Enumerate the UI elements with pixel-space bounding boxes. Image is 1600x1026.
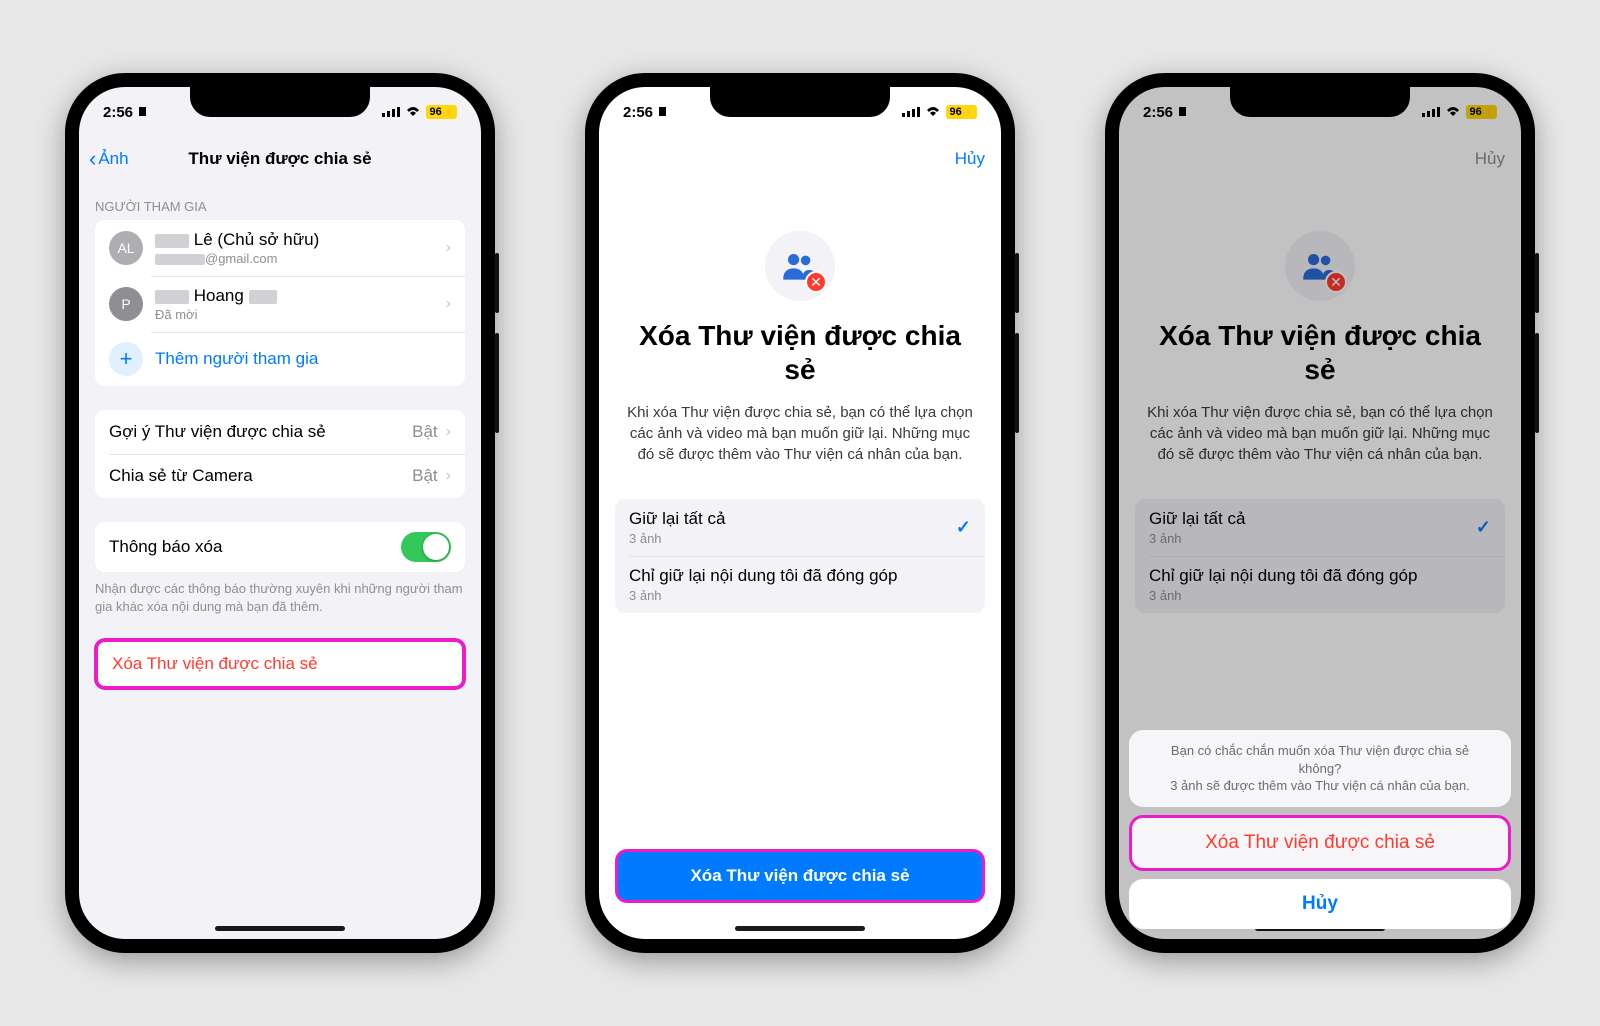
screen-confirm-sheet: 2:56 96⚡ Hủy ✕ Xóa Thư viện được chia sẻ… <box>1119 87 1521 939</box>
camera-share-label: Chia sẻ từ Camera <box>109 466 412 486</box>
plus-icon: + <box>109 342 143 376</box>
home-indicator[interactable] <box>735 926 865 931</box>
hero-title: Xóa Thư viện được chia sẻ <box>623 319 977 386</box>
phone-frame: 2:56 96⚡ Hủy ✕ Xóa Thư viện được chia sẻ… <box>585 73 1015 953</box>
option-title: Chỉ giữ lại nội dung tôi đã đóng góp <box>629 566 971 586</box>
suggestions-label: Gợi ý Thư viện được chia sẻ <box>109 422 412 442</box>
option-sub: 3 ảnh <box>629 588 971 603</box>
chevron-left-icon: ‹ <box>89 146 96 172</box>
add-participant-label: Thêm người tham gia <box>155 349 318 369</box>
avatar: AL <box>109 231 143 265</box>
hero: ✕ Xóa Thư viện được chia sẻ Khi xóa Thư … <box>599 181 1001 475</box>
camera-share-row[interactable]: Chia sẻ từ Camera Bật › <box>95 454 465 498</box>
page-title: Thư viện được chia sẻ <box>188 149 371 169</box>
chevron-right-icon: › <box>446 295 451 313</box>
chevron-right-icon: › <box>446 239 451 257</box>
toggle-on[interactable] <box>401 532 451 562</box>
people-delete-icon: ✕ <box>765 231 835 301</box>
notch <box>710 87 890 117</box>
suggestions-value: Bật <box>412 422 438 442</box>
delete-notify-row[interactable]: Thông báo xóa <box>95 522 465 572</box>
participant-name: Lê (Chủ sở hữu) <box>155 230 438 250</box>
x-badge-icon: ✕ <box>805 271 827 293</box>
back-label: Ảnh <box>98 149 128 169</box>
location-icon <box>137 104 148 121</box>
screen-delete-options: 2:56 96⚡ Hủy ✕ Xóa Thư viện được chia sẻ… <box>599 87 1001 939</box>
signal-icon <box>902 104 920 121</box>
nav-bar: ‹ Ảnh Thư viện được chia sẻ <box>79 137 481 181</box>
nav-bar: Hủy <box>599 137 1001 181</box>
participant-name: Hoang <box>155 286 438 306</box>
participants-header: NGƯỜI THAM GIA <box>79 181 481 220</box>
keep-options-list: Giữ lại tất cả 3 ảnh ✓ Chỉ giữ lại nội d… <box>615 499 985 613</box>
back-button[interactable]: ‹ Ảnh <box>89 146 129 172</box>
status-time: 2:56 <box>103 104 133 121</box>
notify-footnote: Nhận được các thông báo thường xuyên khi… <box>79 572 481 615</box>
participants-list: AL Lê (Chủ sở hữu) @gmail.com › P Hoang … <box>95 220 465 386</box>
battery-badge: 96⚡ <box>426 105 457 119</box>
signal-icon <box>382 104 400 121</box>
phone-frame: 2:56 96⚡ Hủy ✕ Xóa Thư viện được chia sẻ… <box>1105 73 1535 953</box>
battery-badge: 96⚡ <box>946 105 977 119</box>
notify-list: Thông báo xóa <box>95 522 465 572</box>
notch <box>190 87 370 117</box>
status-time: 2:56 <box>623 104 653 121</box>
suggestions-row[interactable]: Gợi ý Thư viện được chia sẻ Bật › <box>95 410 465 454</box>
screen-settings: 2:56 96⚡ ‹ Ảnh Thư viện được chia sẻ <box>79 87 481 939</box>
option-keep-contributed[interactable]: Chỉ giữ lại nội dung tôi đã đóng góp 3 ả… <box>615 556 985 613</box>
sheet-destructive-group: Xóa Thư viện được chia sẻ <box>1129 815 1511 871</box>
hero-body: Khi xóa Thư viện được chia sẻ, bạn có th… <box>623 402 977 465</box>
avatar: P <box>109 287 143 321</box>
participant-row[interactable]: P Hoang Đã mời › <box>95 276 465 332</box>
delete-notify-label: Thông báo xóa <box>109 537 401 557</box>
wifi-icon <box>405 104 421 121</box>
participant-status: Đã mời <box>155 307 438 322</box>
camera-share-value: Bật <box>412 466 438 486</box>
sheet-message: Bạn có chắc chắn muốn xóa Thư viện được … <box>1129 730 1511 807</box>
cancel-button[interactable]: Hủy <box>955 149 985 169</box>
delete-library-button[interactable]: Xóa Thư viện được chia sẻ <box>615 849 985 903</box>
delete-library-button[interactable]: Xóa Thư viện được chia sẻ <box>95 639 465 689</box>
participant-email: @gmail.com <box>155 251 438 266</box>
option-keep-all[interactable]: Giữ lại tất cả 3 ảnh ✓ <box>615 499 985 556</box>
phone-frame: 2:56 96⚡ ‹ Ảnh Thư viện được chia sẻ <box>65 73 495 953</box>
options-list: Gợi ý Thư viện được chia sẻ Bật › Chia s… <box>95 410 465 498</box>
chevron-right-icon: › <box>446 467 451 485</box>
notch <box>1230 87 1410 117</box>
participant-row[interactable]: AL Lê (Chủ sở hữu) @gmail.com › <box>95 220 465 276</box>
home-indicator[interactable] <box>215 926 345 931</box>
checkmark-icon: ✓ <box>956 517 971 538</box>
sheet-message-group: Bạn có chắc chắn muốn xóa Thư viện được … <box>1129 730 1511 807</box>
chevron-right-icon: › <box>446 423 451 441</box>
option-title: Giữ lại tất cả <box>629 509 956 529</box>
location-icon <box>657 104 668 121</box>
add-participant-button[interactable]: + Thêm người tham gia <box>95 332 465 386</box>
option-sub: 3 ảnh <box>629 531 956 546</box>
action-sheet: Bạn có chắc chắn muốn xóa Thư viện được … <box>1129 730 1511 929</box>
wifi-icon <box>925 104 941 121</box>
confirm-delete-button[interactable]: Xóa Thư viện được chia sẻ <box>1132 818 1508 868</box>
sheet-cancel-button[interactable]: Hủy <box>1129 879 1511 929</box>
